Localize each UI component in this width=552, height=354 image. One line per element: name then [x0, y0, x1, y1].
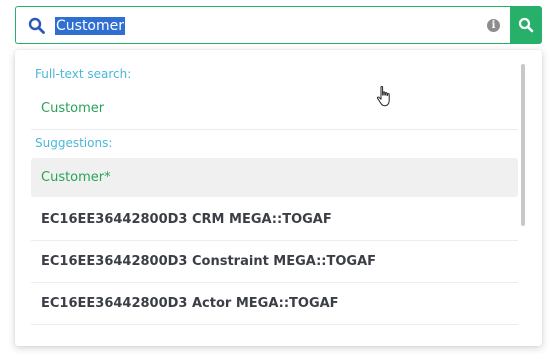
search-icon — [518, 17, 534, 33]
search-widget: Customer i Full-text search: Customer Su… — [0, 0, 552, 354]
dropdown-scrollbar[interactable] — [521, 64, 525, 226]
hand-cursor-icon — [376, 85, 394, 109]
suggestion-item[interactable]: EC16EE36442800D3 Constraint MEGA::TOGAF — [31, 241, 518, 283]
search-input[interactable]: Customer — [55, 17, 126, 35]
suggestions-section-label: Suggestions: — [35, 136, 113, 150]
info-icon[interactable]: i — [487, 19, 500, 32]
suggestion-item[interactable]: EC16EE36442800D3 Actor MEGA::TOGAF — [31, 283, 518, 325]
suggestion-item[interactable] — [31, 325, 518, 346]
search-icon — [28, 17, 46, 35]
suggestion-item-active[interactable]: Customer* — [31, 158, 518, 197]
search-button[interactable] — [510, 6, 542, 44]
suggestion-item[interactable]: EC16EE36442800D3 CRM MEGA::TOGAF — [31, 199, 518, 241]
suggestions-dropdown: Full-text search: Customer Suggestions: … — [15, 50, 542, 346]
fulltext-search-item[interactable]: Customer — [31, 92, 518, 130]
search-bar[interactable]: Customer i — [15, 6, 510, 44]
fulltext-section-label: Full-text search: — [35, 67, 132, 81]
